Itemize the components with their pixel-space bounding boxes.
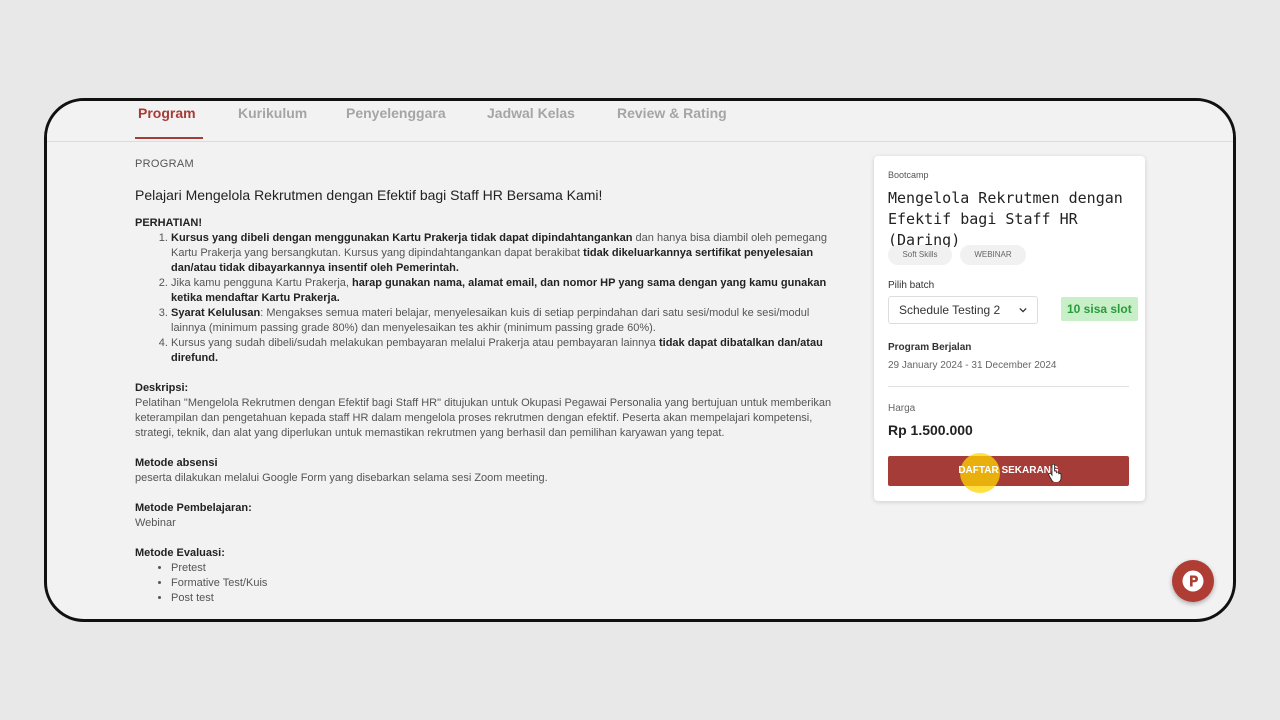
chip-webinar: WEBINAR [960,245,1026,265]
description-title: Deskripsi: [135,382,189,394]
tab-jadwal-kelas[interactable]: Jadwal Kelas [487,105,575,121]
batch-label: Pilih batch [888,280,935,291]
attendance-title: Metode absensi [135,457,218,469]
course-title: Mengelola Rekrutmen dengan Efektif bagi … [888,189,1123,249]
attention-text: Jika kamu pengguna Kartu Prakerja, [171,277,352,289]
running-label: Program Berjalan [888,342,972,353]
tab-kurikulum[interactable]: Kurikulum [238,105,307,121]
price-value: Rp 1.500.000 [888,422,973,438]
tab-review-rating[interactable]: Review & Rating [617,105,727,121]
attention-item: Kursus yang dibeli dengan menggunakan Ka… [171,231,835,276]
enrollment-card: Bootcamp Mengelola Rekrutmen dengan Efek… [874,156,1145,501]
evaluation-item: Formative Test/Kuis [171,576,835,591]
evaluation-list: Pretest Formative Test/Kuis Post test [135,561,835,606]
learning-title: Metode Pembelajaran: [135,502,252,514]
description-text: Pelatihan "Mengelola Rekrutmen dengan Ef… [135,397,832,439]
attention-title: PERHATIAN! [135,217,203,229]
program-content: PROGRAM Pelajari Mengelola Rekrutmen den… [135,157,835,606]
attention-item: Syarat Kelulusan: Mengakses semua materi… [171,306,835,336]
attention-bold: Kursus yang dibeli dengan menggunakan Ka… [171,232,633,244]
register-button[interactable]: DAFTAR SEKARANG [888,453,1129,493]
tab-program[interactable]: Program [138,105,196,121]
attention-text: : Mengakses semua materi belajar, menyel… [171,307,810,334]
evaluation-item: Post test [171,591,835,606]
attention-bold: Syarat Kelulusan [171,307,261,319]
program-headline: Pelajari Mengelola Rekrutmen dengan Efek… [135,187,603,203]
register-button-label: DAFTAR SEKARANG [958,465,1059,476]
batch-select-value: Schedule Testing 2 [899,303,1001,317]
price-label: Harga [888,403,916,414]
browser-frame: Program Kurikulum Penyelenggara Jadwal K… [44,98,1236,622]
card-divider [888,386,1129,387]
tab-bar: Program Kurikulum Penyelenggara Jadwal K… [47,101,1233,142]
batch-select[interactable]: Schedule Testing 2 [888,296,1038,324]
attention-list: Kursus yang dibeli dengan menggunakan Ka… [135,231,835,366]
chat-fab-button[interactable] [1172,560,1214,602]
hand-cursor-icon [1048,464,1062,482]
chip-soft-skills: Soft Skills [888,245,952,265]
attention-item: Jika kamu pengguna Kartu Prakerja, harap… [171,276,835,306]
chevron-down-icon [1019,307,1027,313]
attention-item: Kursus yang sudah dibeli/sudah melakukan… [171,336,835,366]
attendance-text: peserta dilakukan melalui Google Form ya… [135,472,548,484]
running-dates: 29 January 2024 - 31 December 2024 [888,360,1057,371]
attention-text: Kursus yang sudah dibeli/sudah melakukan… [171,337,659,349]
section-label: PROGRAM [135,158,194,170]
evaluation-title: Metode Evaluasi: [135,547,225,559]
learning-text: Webinar [135,517,176,529]
p-logo-icon [1182,570,1204,592]
evaluation-item: Pretest [171,561,835,576]
slots-badge: 10 sisa slot [1061,297,1138,321]
tab-penyelenggara[interactable]: Penyelenggara [346,105,446,121]
active-tab-indicator [135,137,203,139]
course-type: Bootcamp [888,170,929,180]
